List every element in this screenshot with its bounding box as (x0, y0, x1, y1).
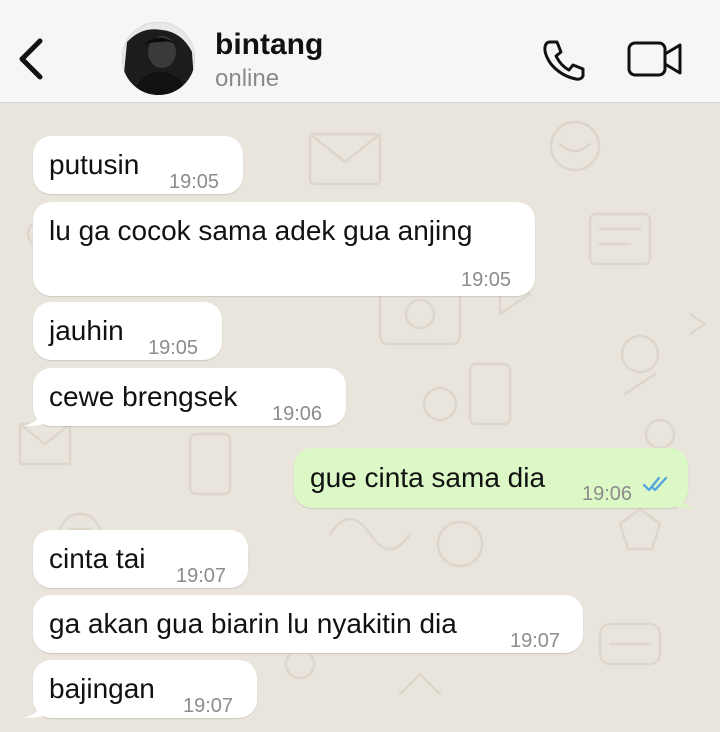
incoming-message[interactable]: putusin 19:05 (33, 136, 243, 194)
contact-status: online (215, 65, 280, 92)
voice-call-button[interactable] (541, 38, 587, 82)
phone-icon (543, 40, 585, 81)
message-list[interactable]: putusin 19:05 lu ga cocok sama adek gua an… (0, 104, 720, 732)
incoming-message[interactable]: cewe brengsek 19:06 (23, 368, 346, 426)
outgoing-message[interactable]: gue cinta sama dia 19:06 (294, 448, 696, 508)
message-text: jauhin (49, 315, 124, 346)
message-text: cinta tai (49, 543, 146, 574)
message-text: ga akan gua biarin lu nyakitin dia (49, 608, 457, 639)
contact-name[interactable]: bintang (215, 28, 323, 62)
message-timestamp: 19:06 (272, 403, 323, 425)
message-timestamp: 19:06 (582, 483, 633, 505)
bubble-tail (674, 488, 696, 508)
message-text: putusin (49, 149, 140, 180)
chat-header: bintang online (0, 0, 720, 103)
message-timestamp: 19:07 (183, 695, 234, 717)
double-check-icon (642, 476, 668, 492)
video-camera-icon (627, 41, 682, 77)
message-timestamp: 19:07 (510, 630, 561, 652)
message-text: lu ga cocok sama adek gua anjing (49, 215, 473, 246)
incoming-message[interactable]: bajingan 19:07 (23, 660, 257, 718)
message-text: cewe brengsek (49, 381, 238, 412)
message-text: bajingan (49, 673, 155, 704)
message-timestamp: 19:05 (169, 171, 220, 193)
bubble-tail (23, 406, 45, 426)
message-timestamp: 19:05 (148, 337, 199, 359)
bubble-tail (23, 698, 45, 718)
incoming-message[interactable]: jauhin 19:05 (33, 302, 222, 360)
incoming-message[interactable]: ga akan gua biarin lu nyakitin dia 19:07 (33, 595, 583, 653)
incoming-message[interactable]: lu ga cocok sama adek gua anjing 19:05 (33, 202, 535, 296)
avatar[interactable] (122, 22, 195, 95)
message-timestamp: 19:05 (461, 269, 512, 291)
chevron-left-icon (19, 38, 43, 80)
incoming-message[interactable]: cinta tai 19:07 (33, 530, 248, 588)
message-timestamp: 19:07 (176, 565, 227, 587)
message-text: gue cinta sama dia (310, 462, 546, 493)
video-call-button[interactable] (627, 40, 683, 78)
back-button[interactable] (14, 36, 48, 82)
